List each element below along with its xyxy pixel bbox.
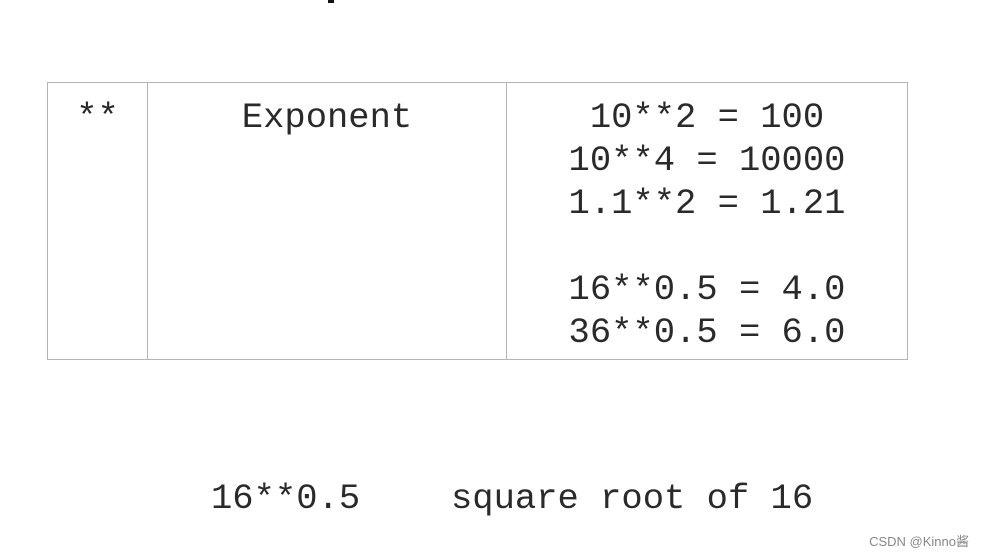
operator-table: ** Exponent 10**2 = 100 10**4 = 10000 1.… (47, 82, 908, 360)
example-line: 36**0.5 = 6.0 (568, 312, 846, 353)
operator-cell: ** (47, 82, 148, 360)
example-line (507, 225, 907, 268)
example-line: 16**0.5 = 4.0 (568, 269, 846, 310)
example-line: 10**4 = 10000 (568, 140, 846, 181)
bottom-expression: 16**0.5 (211, 478, 361, 519)
bottom-description: square root of 16 (451, 478, 814, 519)
example-line: 10**2 = 100 (589, 97, 825, 138)
examples-cell: 10**2 = 100 10**4 = 10000 1.1**2 = 1.21 … (506, 82, 908, 360)
cropped-heading-fragment (328, 0, 334, 3)
operator-name-cell: Exponent (147, 82, 507, 360)
watermark: CSDN @Kinno酱 (869, 534, 969, 549)
table-row: ** Exponent 10**2 = 100 10**4 = 10000 1.… (47, 82, 908, 360)
example-line: 1.1**2 = 1.21 (568, 183, 846, 224)
